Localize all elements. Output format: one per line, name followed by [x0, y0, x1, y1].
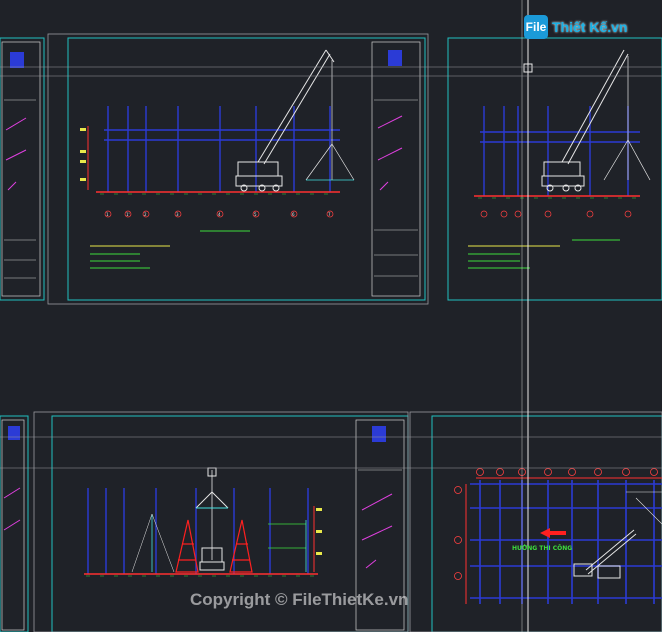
sheet-3-structure-grid — [87, 488, 309, 574]
axis-label-7: 7 — [328, 212, 331, 217]
sheet-4-plan-grid — [470, 480, 662, 604]
sheet-2-structure-grid — [480, 106, 640, 196]
sheet-4-axis-bubbles — [454, 468, 658, 580]
direction-label: HƯỚNG THI CÔNG — [512, 545, 572, 552]
sheet-2-crane — [541, 49, 651, 192]
sheet-1-left-dims — [80, 126, 89, 190]
sheet-4-direction-arrow — [540, 528, 566, 538]
sheet-4-plan-dims — [465, 477, 662, 604]
axis-label-1: 1 — [106, 212, 109, 217]
axis-label-3: 3 — [176, 212, 179, 217]
axis-label-6: 6 — [292, 212, 295, 217]
site-logo[interactable]: File Thiết Kế.vn — [524, 12, 627, 42]
crosshair-cursor — [0, 0, 662, 632]
title-block-2 — [371, 41, 421, 297]
copyright-watermark: Copyright © FileThietKe.vn — [190, 590, 409, 609]
cad-drawing-canvas[interactable]: HƯỚNG THI CÔNG 1 1' 2 3 4 5 6 7 — [0, 0, 662, 632]
sheet-2-notes — [468, 239, 620, 269]
sheet-3-slings — [131, 513, 307, 573]
sheet-2-ground-line — [474, 195, 640, 199]
sheet-3-right-dims — [313, 506, 322, 572]
sheet-3-crane — [195, 467, 229, 571]
logo-text: Thiết Kế.vn — [552, 19, 628, 35]
sheet-1-crane — [235, 49, 335, 192]
sheet-1-ground-line — [96, 191, 340, 195]
axis-label-4: 4 — [218, 212, 221, 217]
sheet-frames — [0, 37, 662, 632]
sheet-3-ground-line — [84, 573, 318, 577]
sheet-1-structure-grid — [104, 106, 340, 192]
axis-label-2: 2 — [144, 212, 147, 217]
title-block-1 — [1, 41, 41, 297]
title-block-3 — [1, 419, 25, 631]
logo-mark-icon: File — [524, 15, 548, 39]
sheet-2-axis-bubbles — [480, 210, 632, 218]
sheet-3-pile-rigs — [175, 519, 253, 573]
sheet-1-notes — [90, 230, 250, 269]
axis-label-1p: 1' — [126, 212, 130, 217]
axis-label-5: 5 — [254, 212, 257, 217]
